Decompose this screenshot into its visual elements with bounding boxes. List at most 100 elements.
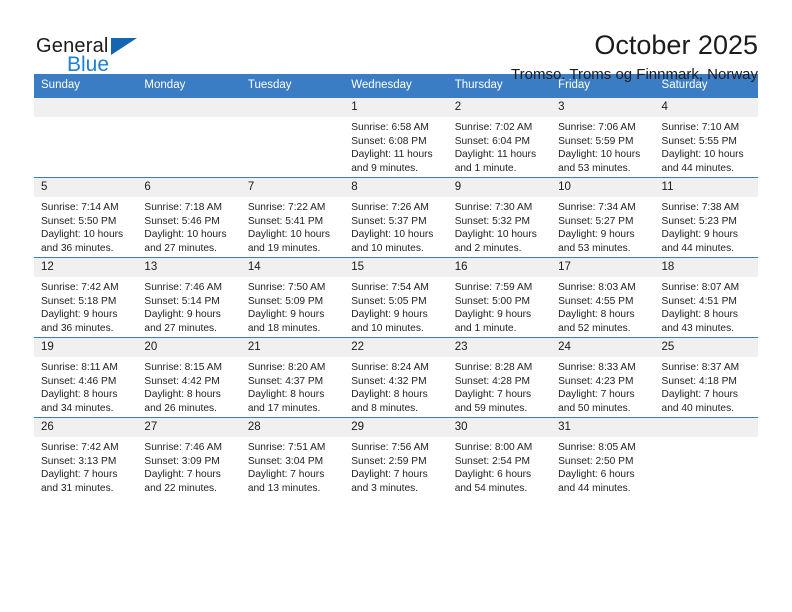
calendar-day-cell[interactable]: 20 Sunrise: 8:15 AM Sunset: 4:42 PM Dayligh… [137,337,241,418]
calendar-day-cell[interactable]: 14 Sunrise: 7:50 AM Sunset: 5:09 PM Dayligh… [240,257,345,338]
calendar-day-cell[interactable]: 25 Sunrise: 8:37 AM Sunset: 4:18 PM Dayligh… [654,337,758,418]
calendar-day-cell[interactable]: 9 Sunrise: 7:30 AM Sunset: 5:32 PM Daylight… [447,177,552,258]
day-number: 21 [240,338,345,357]
calendar-empty-cell [137,97,241,178]
day-details: Sunrise: 8:00 AM Sunset: 2:54 PM Daylight:… [448,437,551,495]
daylight-text-line1: Daylight: 7 hours [558,389,635,401]
day-number: 16 [447,258,552,277]
calendar-day-cell[interactable]: 8 Sunrise: 7:26 AM Sunset: 5:37 PM Daylight… [344,177,448,258]
sunrise-text: Sunrise: 8:24 AM [351,362,429,373]
day-number: 28 [240,418,345,437]
daylight-text-line2: and 53 minutes. [558,162,631,174]
daylight-text-line1: Daylight: 7 hours [351,469,428,481]
daylight-text-line1: Daylight: 10 hours [41,229,124,241]
daylight-text-line2: and 44 minutes. [661,162,735,174]
calendar-day-cell[interactable]: 7 Sunrise: 7:22 AM Sunset: 5:41 PM Daylight… [240,177,345,258]
calendar-day-cell[interactable]: 22 Sunrise: 8:24 AM Sunset: 4:32 PM Dayligh… [344,337,448,418]
day-number: 13 [137,258,241,277]
sunrise-text: Sunrise: 7:30 AM [454,202,533,213]
daylight-text-line2: and 9 minutes. [351,162,419,174]
day-details: Sunrise: 8:11 AM Sunset: 4:46 PM Daylight:… [34,357,137,415]
calendar-day-cell[interactable]: 3 Sunrise: 7:06 AM Sunset: 5:59 PM Daylight… [551,97,655,178]
sunrise-text: Sunrise: 8:20 AM [247,362,326,373]
day-number: 1 [344,98,448,117]
sunrise-text: Sunrise: 7:42 AM [41,282,119,293]
sunset-text: Sunset: 5:27 PM [558,215,634,227]
calendar-day-cell[interactable]: 10 Sunrise: 7:34 AM Sunset: 5:27 PM Dayligh… [551,177,655,258]
day-number: 20 [137,338,241,357]
calendar-day-cell[interactable]: 19 Sunrise: 8:11 AM Sunset: 4:46 PM Dayligh… [34,337,138,418]
day-number: 2 [447,98,552,117]
day-number: 18 [654,258,758,277]
day-details: Sunrise: 7:54 AM Sunset: 5:05 PM Daylight:… [344,277,447,335]
calendar-day-cell[interactable]: 2 Sunrise: 7:02 AM Sunset: 6:04 PM Daylight… [447,97,552,178]
calendar-day-cell[interactable]: 30 Sunrise: 8:00 AM Sunset: 2:54 PM Dayligh… [447,417,552,497]
daylight-text-line2: and 34 minutes. [41,402,114,414]
calendar-day-cell[interactable]: 31 Sunrise: 8:05 AM Sunset: 2:50 PM Dayligh… [551,417,655,497]
weekday-header-wednesday: Wednesday [344,74,448,98]
calendar-day-cell[interactable]: 1 Sunrise: 6:58 AM Sunset: 6:08 PM Daylight… [344,97,448,178]
calendar-day-cell[interactable]: 16 Sunrise: 7:59 AM Sunset: 5:00 PM Dayligh… [447,257,552,338]
calendar-day-cell[interactable]: 24 Sunrise: 8:33 AM Sunset: 4:23 PM Dayligh… [551,337,655,418]
day-number: 17 [551,258,655,277]
day-details: Sunrise: 8:20 AM Sunset: 4:37 PM Daylight:… [241,357,344,415]
daylight-text-line1: Daylight: 10 hours [558,149,641,161]
daylight-text-line2: and 22 minutes. [144,482,217,494]
calendar-day-cell[interactable]: 11 Sunrise: 7:38 AM Sunset: 5:23 PM Dayligh… [654,177,758,258]
calendar-day-cell[interactable]: 21 Sunrise: 8:20 AM Sunset: 4:37 PM Dayligh… [240,337,345,418]
daylight-text-line2: and 59 minutes. [454,402,528,414]
calendar-day-cell[interactable]: 18 Sunrise: 8:07 AM Sunset: 4:51 PM Dayligh… [654,257,758,338]
calendar-day-cell[interactable]: 27 Sunrise: 7:46 AM Sunset: 3:09 PM Dayligh… [137,417,241,497]
day-number: 30 [447,418,552,437]
sunset-text: Sunset: 5:46 PM [144,215,220,227]
sunrise-text: Sunrise: 8:05 AM [558,442,636,453]
sunset-text: Sunset: 4:28 PM [454,375,531,387]
calendar-day-cell[interactable]: 26 Sunrise: 7:42 AM Sunset: 3:13 PM Dayligh… [34,417,138,497]
calendar-day-cell[interactable]: 23 Sunrise: 8:28 AM Sunset: 4:28 PM Dayligh… [447,337,552,418]
daylight-text-line2: and 27 minutes. [144,242,217,254]
sunrise-text: Sunrise: 8:11 AM [41,362,118,373]
day-number: 24 [551,338,655,357]
general-blue-logo[interactable]: General Blue [36,28,166,80]
calendar-day-cell[interactable]: 15 Sunrise: 7:54 AM Sunset: 5:05 PM Dayligh… [344,257,448,338]
daylight-text-line1: Daylight: 7 hours [144,469,221,481]
calendar-week-row: 12 Sunrise: 7:42 AM Sunset: 5:18 PM Dayligh… [34,257,758,338]
calendar-day-cell[interactable]: 6 Sunrise: 7:18 AM Sunset: 5:46 PM Daylight… [137,177,241,258]
daylight-text-line1: Daylight: 7 hours [41,469,118,481]
sunrise-text: Sunrise: 8:33 AM [558,362,636,373]
day-details: Sunrise: 8:37 AM Sunset: 4:18 PM Daylight:… [655,357,758,415]
sunrise-text: Sunrise: 8:03 AM [558,282,636,293]
day-details: Sunrise: 7:10 AM Sunset: 5:55 PM Daylight:… [655,117,758,175]
day-number: 5 [34,178,138,197]
daylight-text-line1: Daylight: 9 hours [661,229,738,241]
daylight-text-line1: Daylight: 9 hours [247,309,325,321]
daylight-text-line1: Daylight: 9 hours [454,309,532,321]
day-details: Sunrise: 8:28 AM Sunset: 4:28 PM Daylight:… [448,357,551,415]
sunset-text: Sunset: 5:23 PM [661,215,737,227]
daylight-text-line1: Daylight: 8 hours [661,309,738,321]
sunset-text: Sunset: 5:55 PM [661,135,737,147]
calendar-day-cell[interactable]: 28 Sunrise: 7:51 AM Sunset: 3:04 PM Dayligh… [240,417,345,497]
calendar-day-cell[interactable]: 12 Sunrise: 7:42 AM Sunset: 5:18 PM Dayligh… [34,257,138,338]
daylight-text-line2: and 2 minutes. [454,242,522,254]
daylight-text-line2: and 8 minutes. [351,402,419,414]
daylight-text-line1: Daylight: 8 hours [558,309,635,321]
day-number: 7 [240,178,345,197]
day-details: Sunrise: 8:15 AM Sunset: 4:42 PM Daylight:… [137,357,240,415]
day-number: 27 [137,418,241,437]
sunset-text: Sunset: 4:46 PM [41,375,117,387]
calendar-day-cell[interactable]: 17 Sunrise: 8:03 AM Sunset: 4:55 PM Dayligh… [551,257,655,338]
sunrise-text: Sunrise: 7:02 AM [454,122,533,133]
day-number: 29 [344,418,448,437]
calendar-day-cell[interactable]: 13 Sunrise: 7:46 AM Sunset: 5:14 PM Dayligh… [137,257,241,338]
daylight-text-line1: Daylight: 8 hours [41,389,118,401]
calendar-day-cell[interactable]: 5 Sunrise: 7:14 AM Sunset: 5:50 PM Daylight… [34,177,138,258]
sunset-text: Sunset: 4:18 PM [661,375,737,387]
sunset-text: Sunset: 6:08 PM [351,135,427,147]
calendar-day-cell[interactable]: 29 Sunrise: 7:56 AM Sunset: 2:59 PM Dayligh… [344,417,448,497]
calendar-day-cell[interactable]: 4 Sunrise: 7:10 AM Sunset: 5:55 PM Daylight… [654,97,758,178]
day-details: Sunrise: 7:50 AM Sunset: 5:09 PM Daylight:… [241,277,344,335]
sunrise-text: Sunrise: 7:14 AM [41,202,119,213]
daylight-text-line2: and 52 minutes. [558,322,631,334]
daylight-text-line2: and 1 minute. [454,322,517,334]
